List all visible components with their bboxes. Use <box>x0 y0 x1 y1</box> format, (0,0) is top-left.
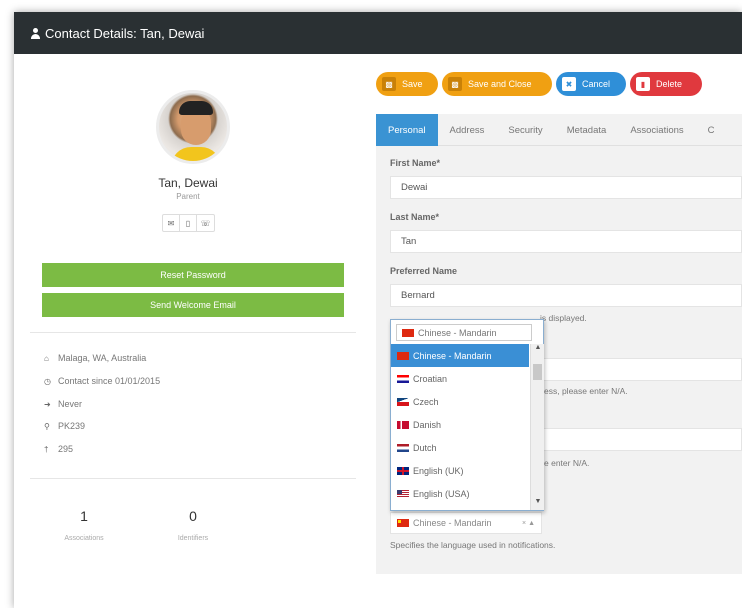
reset-password-button[interactable]: Reset Password <box>42 263 344 287</box>
key-icon: ⚲ <box>44 421 50 431</box>
tab-metadata[interactable]: Metadata <box>555 114 619 146</box>
close-icon: ✖ <box>562 77 576 91</box>
option-czech[interactable]: Czech <box>391 390 529 413</box>
contact-name: Tan, Dewai <box>158 176 218 190</box>
last-name-field[interactable]: Tan <box>390 230 742 253</box>
phone-icon[interactable]: ☏ <box>197 215 214 231</box>
clear-arrow-icon[interactable]: × ▲ <box>522 520 535 527</box>
info-key: ⚲ PK239 <box>44 421 86 431</box>
option-danish[interactable]: Danish <box>391 413 529 436</box>
save-and-close-button[interactable]: ▩ Save and Close <box>442 72 552 96</box>
trash-icon: ▮ <box>636 77 650 91</box>
associations-count: 1 <box>80 508 88 524</box>
language-dropdown: Chinese - Mandarin Chinese - Mandarin Cr… <box>390 319 544 511</box>
tab-more[interactable]: C <box>696 114 727 146</box>
first-name-field[interactable]: Dewai <box>390 176 742 199</box>
home-icon: ⌂ <box>44 353 49 363</box>
flag-hr-icon <box>397 374 409 383</box>
send-welcome-email-button[interactable]: Send Welcome Email <box>42 293 344 317</box>
profile-panel: Tan, Dewai Parent ✉ ▯ ☏ Reset Password S… <box>14 54 362 608</box>
option-dutch[interactable]: Dutch <box>391 436 529 459</box>
scrollbar-thumb[interactable] <box>533 364 542 380</box>
cancel-button[interactable]: ✖ Cancel <box>556 72 626 96</box>
preferred-name-field[interactable]: Bernard <box>390 284 742 307</box>
info-location: ⌂ Malaga, WA, Australia <box>44 353 147 363</box>
tab-security[interactable]: Security <box>496 114 554 146</box>
divider <box>30 478 356 479</box>
id-icon: † <box>44 444 49 454</box>
avatar <box>156 90 230 164</box>
first-name-label: First Name* <box>390 158 441 168</box>
option-chinese-mandarin[interactable]: Chinese - Mandarin <box>391 344 529 367</box>
user-icon <box>30 27 41 39</box>
flag-cn-icon <box>397 519 409 527</box>
flag-us-icon <box>397 489 409 498</box>
last-name-label: Last Name* <box>390 212 440 222</box>
email-icon[interactable]: ✉ <box>163 215 180 231</box>
tab-bar: Personal Address Security Metadata Assoc… <box>376 114 742 146</box>
save-icon: ▩ <box>448 77 462 91</box>
language-search-input[interactable]: Chinese - Mandarin <box>396 324 532 341</box>
scroll-up-icon[interactable]: ▲ <box>531 344 545 356</box>
associations-label: Associations <box>64 535 104 542</box>
sign-in-icon: ➜ <box>44 399 51 409</box>
option-english-uk[interactable]: English (UK) <box>391 459 529 482</box>
contact-role: Parent <box>176 192 200 201</box>
tab-associations[interactable]: Associations <box>618 114 695 146</box>
tab-address[interactable]: Address <box>438 114 497 146</box>
flag-cn-icon <box>397 351 409 360</box>
flag-nl-icon <box>397 443 409 452</box>
toolbar: ▩ Save ▩ Save and Close ✖ Cancel ▮ Delet… <box>376 72 706 96</box>
mobile-icon[interactable]: ▯ <box>180 215 197 231</box>
save-icon: ▩ <box>382 77 396 91</box>
identifiers-label: Identifiers <box>177 535 209 542</box>
delete-button[interactable]: ▮ Delete <box>630 72 702 96</box>
option-croatian[interactable]: Croatian <box>391 367 529 390</box>
save-button[interactable]: ▩ Save <box>376 72 438 96</box>
dropdown-scrollbar[interactable]: ▲ ▼ <box>530 344 544 510</box>
flag-cn-icon <box>402 328 414 337</box>
clock-icon: ◷ <box>44 376 51 386</box>
info-since: ◷ Contact since 01/01/2015 <box>44 376 161 386</box>
info-id: † 295 <box>44 444 74 454</box>
preferred-name-help: is displayed. <box>540 313 587 323</box>
language-options: Chinese - Mandarin Croatian Czech Danish… <box>391 344 529 505</box>
flag-cz-icon <box>397 397 409 406</box>
title-bar: Contact Details: Tan, Dewai <box>14 12 742 54</box>
option-english-usa[interactable]: English (USA) <box>391 482 529 505</box>
scroll-down-icon[interactable]: ▼ <box>531 498 545 510</box>
language-help: Specifies the language used in notificat… <box>390 540 556 550</box>
window-title: Contact Details: Tan, Dewai <box>45 25 205 41</box>
info-last-login: ➜ Never <box>44 399 83 409</box>
flag-uk-icon <box>397 466 409 475</box>
tab-personal[interactable]: Personal <box>376 114 438 146</box>
contact-details-window: Contact Details: Tan, Dewai Tan, Dewai P… <box>14 12 742 608</box>
divider <box>30 332 356 333</box>
contact-actions: ✉ ▯ ☏ <box>162 214 215 232</box>
identifiers-count: 0 <box>189 508 197 524</box>
preferred-name-label: Preferred Name <box>390 266 458 276</box>
field-help: e enter N/A. <box>544 458 590 468</box>
language-select[interactable]: Chinese - Mandarin × ▲ <box>390 512 542 534</box>
field-help: ess, please enter N/A. <box>544 386 628 396</box>
flag-dk-icon <box>397 420 409 429</box>
